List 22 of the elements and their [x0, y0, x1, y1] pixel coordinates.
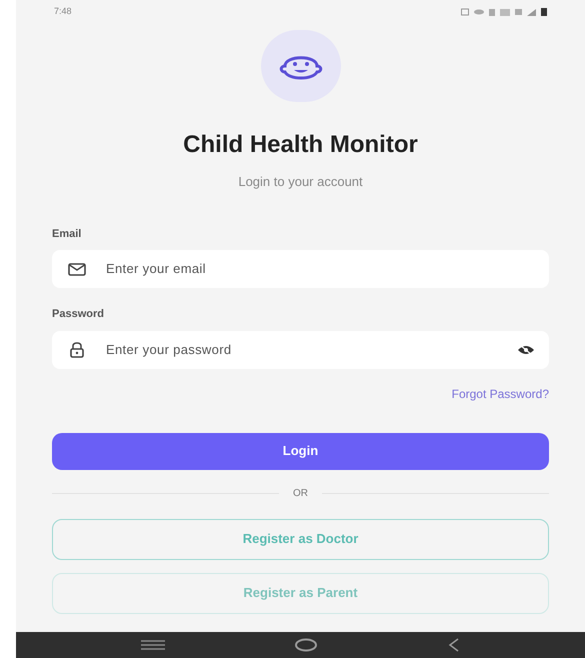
notification-icon	[461, 8, 469, 16]
email-input[interactable]: Enter your email	[106, 259, 535, 279]
app-title: Child Health Monitor	[182, 130, 419, 160]
menu-icon[interactable]	[140, 640, 165, 650]
password-field[interactable]: Enter your password	[52, 330, 549, 368]
field-label: Email	[52, 226, 82, 242]
or-divider-text: OR	[293, 486, 308, 500]
register-button[interactable]: Register as Doctor	[52, 518, 549, 560]
field-label: Password	[52, 307, 105, 322]
subtitle: Login to your account	[237, 173, 364, 191]
back-icon[interactable]	[448, 638, 460, 652]
email-field[interactable]: Enter your email	[52, 250, 549, 288]
envelope-icon	[68, 262, 86, 276]
battery-icon	[541, 8, 547, 16]
status-time: 7:48	[54, 5, 72, 18]
home-icon[interactable]	[294, 638, 318, 652]
signal-icon	[527, 8, 536, 16]
forgot-password-link[interactable]: Forgot Password?	[452, 384, 549, 402]
login-button[interactable]: Login	[52, 432, 549, 470]
eye-slash-icon[interactable]	[517, 344, 535, 356]
lock-icon	[69, 342, 85, 358]
password-input[interactable]: Enter your password	[106, 340, 499, 360]
